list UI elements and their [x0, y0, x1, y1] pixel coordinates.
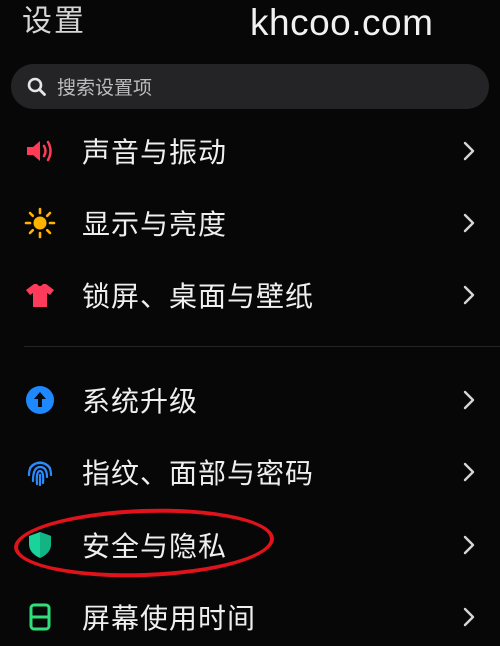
- upgrade-arrow-icon: [24, 384, 56, 416]
- chevron-right-icon: [463, 390, 475, 410]
- fingerprint-icon: [24, 456, 56, 488]
- search-icon: [27, 77, 46, 96]
- settings-item-sound-vibration[interactable]: 声音与振动: [0, 123, 500, 179]
- sun-icon: [24, 207, 56, 239]
- settings-item-label: 指纹、面部与密码: [82, 457, 315, 490]
- chevron-right-icon: [463, 607, 475, 627]
- settings-item-label: 系统升级: [82, 385, 199, 418]
- chevron-right-icon: [463, 141, 475, 161]
- page-title: 设置: [22, 4, 86, 39]
- settings-item-label: 显示与亮度: [82, 208, 228, 241]
- search-bar[interactable]: 搜索设置项: [11, 64, 489, 109]
- hourglass-icon: [24, 601, 56, 633]
- settings-item-display-brightness[interactable]: 显示与亮度: [0, 195, 500, 251]
- chevron-right-icon: [463, 462, 475, 482]
- settings-item-screen-time[interactable]: 屏幕使用时间: [0, 589, 500, 645]
- settings-item-system-upgrade[interactable]: 系统升级: [0, 372, 500, 428]
- chevron-right-icon: [463, 535, 475, 555]
- chevron-right-icon: [463, 285, 475, 305]
- tshirt-icon: [24, 279, 56, 311]
- settings-item-label: 锁屏、桌面与壁纸: [82, 280, 315, 313]
- settings-item-lockscreen-wallpaper[interactable]: 锁屏、桌面与壁纸: [0, 267, 500, 323]
- watermark: khcoo.com: [250, 2, 434, 43]
- settings-item-fingerprint-face-password[interactable]: 指纹、面部与密码: [0, 444, 500, 500]
- search-placeholder: 搜索设置项: [57, 77, 153, 99]
- chevron-right-icon: [463, 213, 475, 233]
- settings-item-label: 声音与振动: [82, 136, 228, 169]
- settings-item-label: 屏幕使用时间: [82, 602, 257, 635]
- section-divider: [24, 346, 500, 347]
- speaker-icon: [24, 135, 56, 167]
